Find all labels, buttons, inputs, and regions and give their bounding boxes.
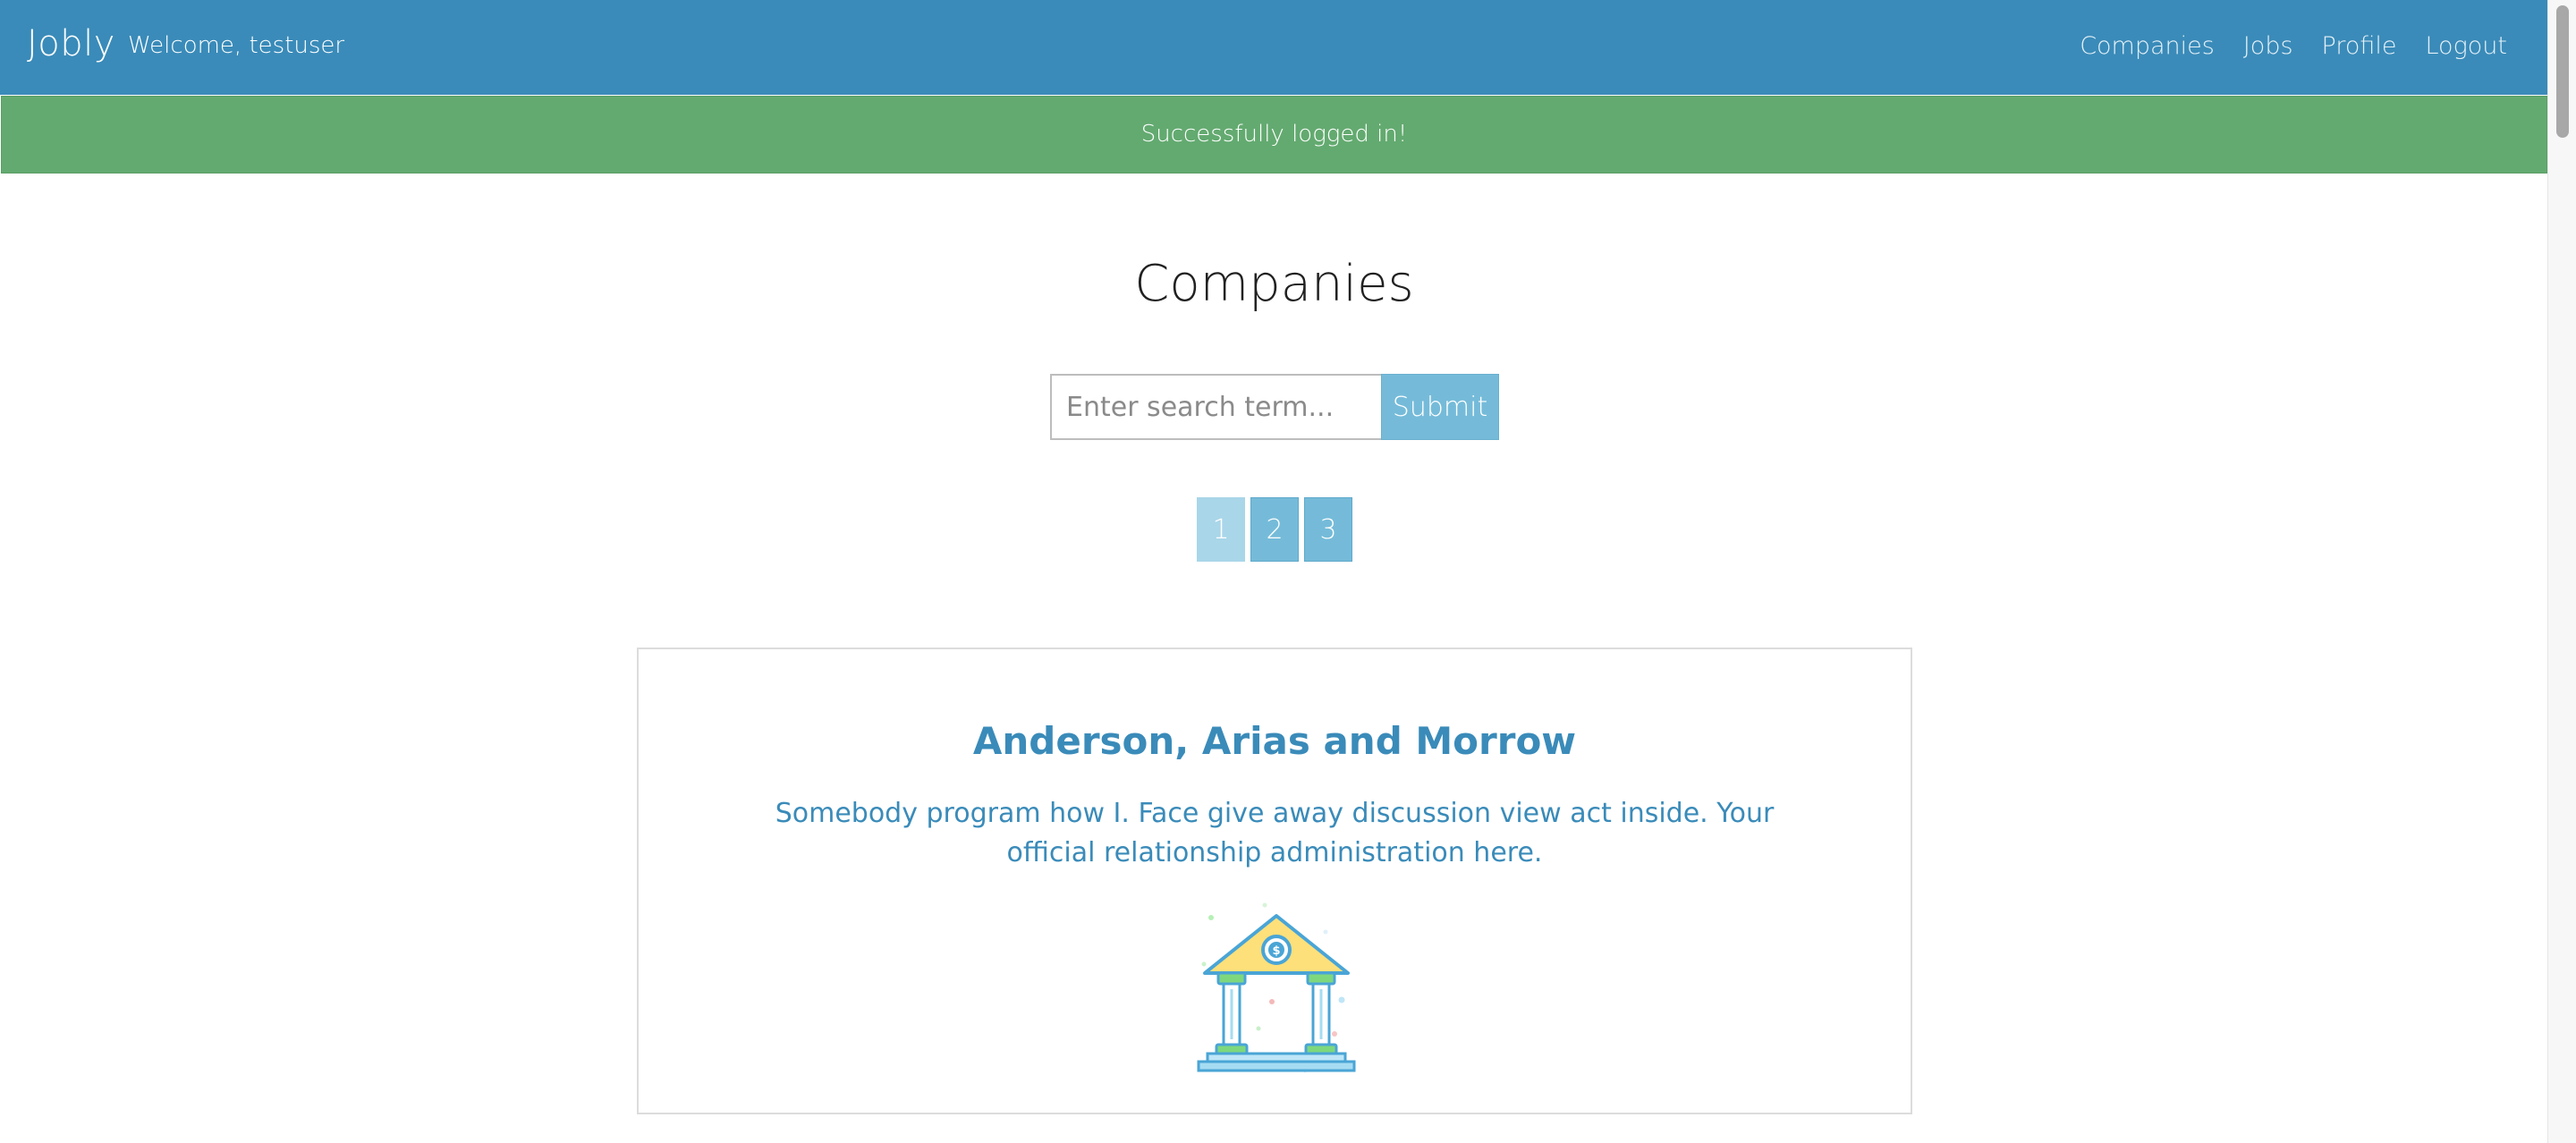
submit-button[interactable]: Submit bbox=[1381, 374, 1499, 440]
nav-link-logout[interactable]: Logout bbox=[2425, 32, 2507, 60]
company-description: Somebody program how I. Face give away d… bbox=[775, 798, 1775, 868]
navbar: Jobly Welcome, testuser Companies Jobs P… bbox=[0, 0, 2548, 95]
nav-link-companies[interactable]: Companies bbox=[2080, 32, 2215, 60]
welcome-message: Welcome, testuser bbox=[128, 32, 345, 59]
company-name: Anderson, Arias and Morrow bbox=[972, 719, 1577, 763]
search-input[interactable] bbox=[1050, 374, 1381, 440]
scrollbar-thumb[interactable] bbox=[2556, 5, 2569, 138]
brand-logo-link[interactable]: Jobly bbox=[27, 23, 115, 64]
success-alert: Successfully logged in! bbox=[1, 96, 2547, 174]
company-card[interactable]: Anderson, Arias and Morrow Somebody prog… bbox=[637, 648, 1912, 1114]
page: Jobly Welcome, testuser Companies Jobs P… bbox=[0, 0, 2576, 1143]
page-title: Companies bbox=[1134, 255, 1414, 313]
vertical-scrollbar[interactable] bbox=[2547, 0, 2576, 1143]
search-form: Submit bbox=[1050, 374, 1499, 440]
nav-links: Companies Jobs Profile Logout bbox=[2080, 32, 2507, 60]
page-button-1[interactable]: 1 bbox=[1197, 497, 1245, 562]
page-button-3[interactable]: 3 bbox=[1304, 497, 1352, 562]
nav-link-profile[interactable]: Profile bbox=[2322, 32, 2397, 60]
page-button-2[interactable]: 2 bbox=[1250, 497, 1299, 562]
pagination: 1 2 3 bbox=[1197, 497, 1352, 562]
bank-icon: $ bbox=[1197, 902, 1356, 1072]
svg-text:$: $ bbox=[1272, 944, 1280, 958]
nav-link-jobs[interactable]: Jobs bbox=[2243, 32, 2293, 60]
